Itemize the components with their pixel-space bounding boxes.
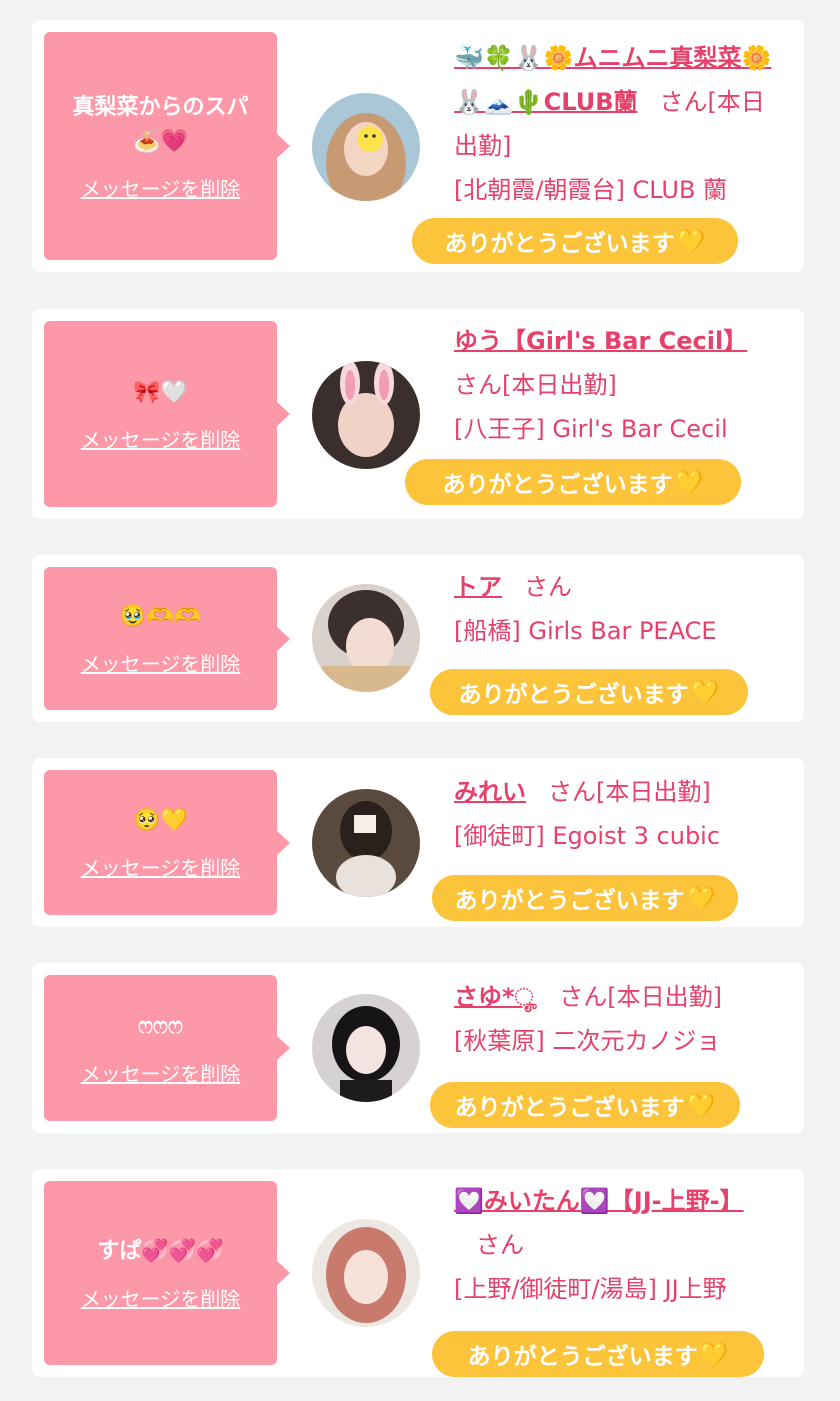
avatar[interactable] — [312, 584, 420, 692]
avatar[interactable] — [312, 1219, 420, 1327]
honorific: さん — [659, 88, 708, 116]
shop-text: [船橋] Girls Bar PEACE — [454, 617, 717, 645]
delete-message-link[interactable]: メッセージを削除 — [81, 1058, 241, 1087]
message-card: 🥹🫶🫶 メッセージを削除 トア さん [船橋] Girls Bar PEACE あ… — [32, 555, 804, 722]
honorific: さん — [559, 983, 608, 1011]
shop-text: [上野/御徒町/湯島] JJ上野 — [454, 1275, 727, 1303]
message-card: 真梨菜からのスパ🍝💗 メッセージを削除 🐳🍀🐰🌼ムニムニ真梨菜🌼🐰🗻🌵CLUB蘭… — [32, 20, 804, 272]
thanks-label: ありがとうございます — [458, 682, 689, 708]
thanks-label: ありがとうございます — [467, 1344, 698, 1370]
message-bubble: 🥹🫶🫶 メッセージを削除 — [44, 567, 290, 710]
delete-message-link[interactable]: メッセージを削除 — [81, 424, 241, 453]
message-card: すぱ💞💞💞 メッセージを削除 💟みいたん💟【JJ-上野-】さん [上野/御徒町/… — [32, 1169, 804, 1377]
message-text: 🥺💛 — [133, 808, 188, 833]
cast-name-link[interactable]: みれい — [454, 778, 526, 806]
cast-name-link[interactable]: さゆ*ೄ — [454, 983, 537, 1011]
message-text: 真梨菜からのスパ🍝💗 — [72, 94, 249, 154]
thanks-button[interactable]: ありがとうございます 💛 — [430, 1082, 740, 1128]
avatar[interactable] — [312, 361, 420, 469]
thanks-button[interactable]: ありがとうございます 💛 — [432, 1331, 764, 1377]
message-text: ෆෆෆ — [138, 1013, 183, 1039]
message-bubble: ෆෆෆ メッセージを削除 — [44, 975, 290, 1121]
thanks-button[interactable]: ありがとうございます 💛 — [430, 669, 748, 715]
heart-icon: 💛 — [676, 228, 706, 255]
message-card: 🥺💛 メッセージを削除 みれい さん[本日出勤] [御徒町] Egoist 3 c… — [32, 758, 804, 927]
message-text: 🎀🤍 — [133, 379, 188, 405]
avatar[interactable] — [312, 93, 420, 201]
cast-info: さゆ*ೄ さん[本日出勤] [秋葉原] 二次元カノジョ — [454, 975, 786, 1063]
cast-info: 🐳🍀🐰🌼ムニムニ真梨菜🌼🐰🗻🌵CLUB蘭 さん[本日出勤] [北朝霞/朝霞台] C… — [454, 36, 786, 212]
message-bubble: 🥺💛 メッセージを削除 — [44, 770, 290, 915]
thanks-label: ありがとうございます — [444, 231, 675, 257]
shop-text: [八王子] Girl's Bar Cecil — [454, 415, 728, 443]
message-card: ෆෆෆ メッセージを削除 さゆ*ೄ さん[本日出勤] [秋葉原] 二次元カノジョ … — [32, 963, 804, 1133]
thanks-label: ありがとうございます — [442, 472, 673, 498]
heart-icon: 💛 — [674, 469, 704, 496]
honorific: さん — [454, 371, 502, 399]
cast-info: みれい さん[本日出勤] [御徒町] Egoist 3 cubic — [454, 770, 786, 858]
delete-message-link[interactable]: メッセージを削除 — [81, 852, 241, 881]
thanks-button[interactable]: ありがとうございます 💛 — [432, 875, 738, 921]
shop-text: [北朝霞/朝霞台] CLUB 蘭 — [454, 176, 728, 204]
status-text: [本日出勤] — [596, 778, 711, 806]
avatar[interactable] — [312, 789, 420, 897]
heart-icon: 💛 — [686, 1092, 716, 1119]
honorific: さん — [548, 778, 596, 806]
message-card: 🎀🤍 メッセージを削除 ゆう【Girl's Bar Cecil】 さん[本日出勤… — [32, 309, 804, 519]
delete-message-link[interactable]: メッセージを削除 — [81, 1283, 241, 1312]
status-text: [本日出勤] — [607, 983, 722, 1011]
cast-name-link[interactable]: トア — [454, 573, 502, 601]
honorific: さん — [524, 573, 572, 601]
message-text: 🥹🫶🫶 — [119, 604, 202, 629]
message-text: すぱ💞💞💞 — [97, 1238, 224, 1264]
thanks-button[interactable]: ありがとうございます 💛 — [405, 459, 741, 505]
thanks-button[interactable]: ありがとうございます 💛 — [412, 218, 738, 264]
heart-icon: 💛 — [686, 885, 716, 912]
cast-info: トア さん [船橋] Girls Bar PEACE — [454, 565, 786, 653]
heart-icon: 💛 — [699, 1341, 729, 1368]
avatar[interactable] — [312, 994, 420, 1102]
message-bubble: 🎀🤍 メッセージを削除 — [44, 321, 290, 507]
thanks-label: ありがとうございます — [454, 1095, 685, 1121]
cast-info: ゆう【Girl's Bar Cecil】 さん[本日出勤] [八王子] Girl… — [454, 319, 786, 451]
shop-text: [秋葉原] 二次元カノジョ — [454, 1027, 721, 1055]
delete-message-link[interactable]: メッセージを削除 — [81, 648, 241, 677]
thanks-label: ありがとうございます — [454, 888, 685, 914]
cast-name-link[interactable]: 💟みいたん💟【JJ-上野-】 — [454, 1180, 744, 1222]
cast-info: 💟みいたん💟【JJ-上野-】さん [上野/御徒町/湯島] JJ上野 — [454, 1179, 786, 1311]
message-bubble: すぱ💞💞💞 メッセージを削除 — [44, 1181, 290, 1365]
status-text: [本日出勤] — [502, 371, 617, 399]
shop-text: [御徒町] Egoist 3 cubic — [454, 822, 721, 850]
honorific: さん — [476, 1231, 524, 1259]
heart-icon: 💛 — [690, 679, 720, 706]
delete-message-link[interactable]: メッセージを削除 — [81, 173, 241, 202]
cast-name-link[interactable]: ゆう【Girl's Bar Cecil】 — [454, 327, 747, 355]
message-list: 真梨菜からのスパ🍝💗 メッセージを削除 🐳🍀🐰🌼ムニムニ真梨菜🌼🐰🗻🌵CLUB蘭… — [0, 0, 840, 1401]
message-bubble: 真梨菜からのスパ🍝💗 メッセージを削除 — [44, 32, 290, 260]
